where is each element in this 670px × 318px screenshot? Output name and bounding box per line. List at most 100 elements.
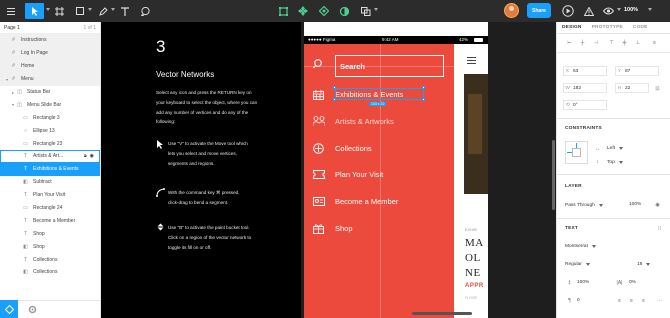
font-family-select[interactable]: Montserrat xyxy=(565,241,596,251)
menu-frame[interactable]: ●●●●● Figma 9:42 AM 42% EXHIB MA OL NE A… xyxy=(304,22,488,318)
page-selector[interactable]: Page 1 1 of 1 xyxy=(0,22,100,34)
horizontal-constraint-select[interactable]: Left xyxy=(607,143,623,153)
bend-icon xyxy=(156,188,165,199)
selection-box[interactable] xyxy=(335,88,424,100)
shape-tool-button[interactable] xyxy=(73,3,87,19)
canvas[interactable]: 3 Vector Networks Select any icon and pr… xyxy=(101,22,556,318)
present-icon xyxy=(562,5,574,17)
layer-row[interactable]: ◧ Subtract xyxy=(0,176,100,189)
tab-design[interactable]: DESIGN xyxy=(557,25,587,30)
align-bottom-icon[interactable]: ⊥ xyxy=(633,38,642,47)
resize-handle[interactable] xyxy=(333,86,336,89)
paragraph-spacing-value[interactable]: 0 xyxy=(577,298,580,303)
chevron-down-icon[interactable] xyxy=(374,8,378,11)
resize-handle[interactable] xyxy=(333,98,336,101)
chevron-down-icon[interactable] xyxy=(111,8,115,11)
chevron-down-icon[interactable] xyxy=(617,8,621,11)
boolean-button[interactable] xyxy=(359,3,372,19)
constrain-proportions-icon[interactable]: ⊡ xyxy=(653,84,662,93)
layer-row[interactable]: T Collections xyxy=(0,253,100,266)
align-center-icon[interactable]: ┼ xyxy=(578,38,587,47)
letter-spacing-value[interactable]: 0% xyxy=(629,280,636,285)
font-weight-select[interactable]: Regular xyxy=(565,259,590,269)
constraints-widget[interactable] xyxy=(565,141,588,164)
menu-icon[interactable] xyxy=(5,3,17,19)
width-field[interactable]: W 182 xyxy=(563,83,607,93)
resize-handle[interactable] xyxy=(422,86,425,89)
layer-row[interactable]: T Plan Your Visit xyxy=(0,189,100,202)
menu-item-plan-visit[interactable]: Plan Your Visit xyxy=(335,170,383,179)
height-field[interactable]: H 22 xyxy=(615,83,649,93)
mask-button[interactable] xyxy=(338,3,350,19)
assets-button[interactable] xyxy=(0,300,18,318)
view-settings-button[interactable] xyxy=(601,3,615,19)
create-component-button[interactable] xyxy=(297,3,309,19)
distribute-icon[interactable]: ≡ xyxy=(650,38,659,47)
layer-row[interactable]: T Become a Member xyxy=(0,214,100,227)
blend-mode-select[interactable]: Pass Through xyxy=(565,200,603,210)
visibility-icon[interactable]: ◉ xyxy=(653,200,662,209)
chevron-down-icon[interactable] xyxy=(88,8,92,11)
pen-tool-button[interactable] xyxy=(96,3,110,19)
layer-row[interactable]: # Log In Page xyxy=(0,46,100,60)
font-size-select[interactable]: 18 xyxy=(637,259,650,269)
layer-row[interactable]: ◧ Collections xyxy=(0,266,100,279)
opacity-value[interactable]: 100% xyxy=(629,202,641,207)
align-text-right-icon[interactable]: ≡ xyxy=(639,296,648,305)
warning-button[interactable] xyxy=(583,3,595,19)
layer-row[interactable]: # Home xyxy=(0,59,100,73)
text-tool-button[interactable] xyxy=(118,3,132,19)
component-instance-button[interactable] xyxy=(318,3,330,19)
rotation-field[interactable]: ⟲ 0° xyxy=(563,100,607,110)
comment-tool-button[interactable] xyxy=(138,3,152,19)
layer-row[interactable]: ▾ # Menu xyxy=(0,72,100,86)
avatar[interactable] xyxy=(504,3,519,18)
resize-handle[interactable] xyxy=(422,98,425,101)
layer-row[interactable]: T Artists & Art... 🔒︎ ◉ xyxy=(0,150,100,163)
chevron-down-icon[interactable] xyxy=(46,8,50,11)
layer-row[interactable]: T Shop xyxy=(0,227,100,240)
align-right-icon[interactable]: ⊣ xyxy=(591,38,600,47)
layer-row[interactable]: # Instructions xyxy=(0,34,100,47)
x-field[interactable]: X 63 xyxy=(563,66,607,76)
layer-row[interactable]: ◧ Shop xyxy=(0,240,100,253)
y-field[interactable]: Y 87 xyxy=(615,66,659,76)
layer-row[interactable]: ○ Ellipse 13 xyxy=(0,124,100,137)
share-button[interactable]: Share xyxy=(527,3,551,18)
menu-item-artists[interactable]: Artists & Artworks xyxy=(335,117,394,126)
tab-code[interactable]: CODE xyxy=(628,25,653,30)
menu-slide-bar[interactable]: Search Exhibitions & Events 103 x 22 Art… xyxy=(304,44,454,318)
tab-prototype[interactable]: PROTOTYPE xyxy=(587,25,628,30)
layer-row[interactable]: T Exhibitions & Events xyxy=(0,162,100,176)
vertical-constraint-select[interactable]: Top xyxy=(607,157,623,167)
layer-row[interactable]: ▭ Rectangle 3 xyxy=(0,111,100,124)
lock-icon[interactable]: 🔒︎ xyxy=(84,153,87,159)
zoom-level[interactable]: 100% xyxy=(624,7,638,13)
align-middle-icon[interactable]: ╪ xyxy=(620,38,629,47)
settings-button[interactable] xyxy=(26,303,38,315)
align-top-icon[interactable]: ⊤ xyxy=(607,38,616,47)
component-button[interactable] xyxy=(277,3,289,19)
layer-row[interactable]: ▭ Rectangle 23 xyxy=(0,137,100,150)
layer-row[interactable]: ▾ ◫ Menu Slide Bar xyxy=(0,98,100,111)
align-left-icon[interactable]: ⊢ xyxy=(565,38,574,47)
frame-tool-button[interactable] xyxy=(52,3,66,19)
instructions-card[interactable]: 3 Vector Networks Select any icon and pr… xyxy=(101,22,301,318)
text-styles-icon[interactable]: ⁞⁞ xyxy=(655,224,664,233)
chevron-down-icon[interactable] xyxy=(648,8,652,11)
menu-item-collections[interactable]: Collections xyxy=(335,144,372,153)
layer-row[interactable]: ▸ ◫ Status Bar xyxy=(0,86,100,99)
menu-item-member[interactable]: Become a Member xyxy=(335,197,398,206)
align-text-left-icon[interactable]: ≡ xyxy=(615,296,624,305)
layer-row[interactable]: ▭ Rectangle 24 xyxy=(0,202,100,215)
present-button[interactable] xyxy=(560,3,576,19)
line-height-value[interactable]: 100% xyxy=(577,280,589,285)
layer-label: Menu Slide Bar xyxy=(27,101,62,108)
canvas-scrollbar[interactable] xyxy=(552,140,555,210)
menu-item-shop[interactable]: Shop xyxy=(335,224,353,233)
gift-icon xyxy=(313,223,324,236)
eye-icon[interactable]: ◉ xyxy=(90,153,94,159)
move-tool-button[interactable] xyxy=(25,3,44,19)
more-options-icon[interactable]: ⋯ xyxy=(655,296,664,305)
align-text-center-icon[interactable]: ≡ xyxy=(627,296,636,305)
